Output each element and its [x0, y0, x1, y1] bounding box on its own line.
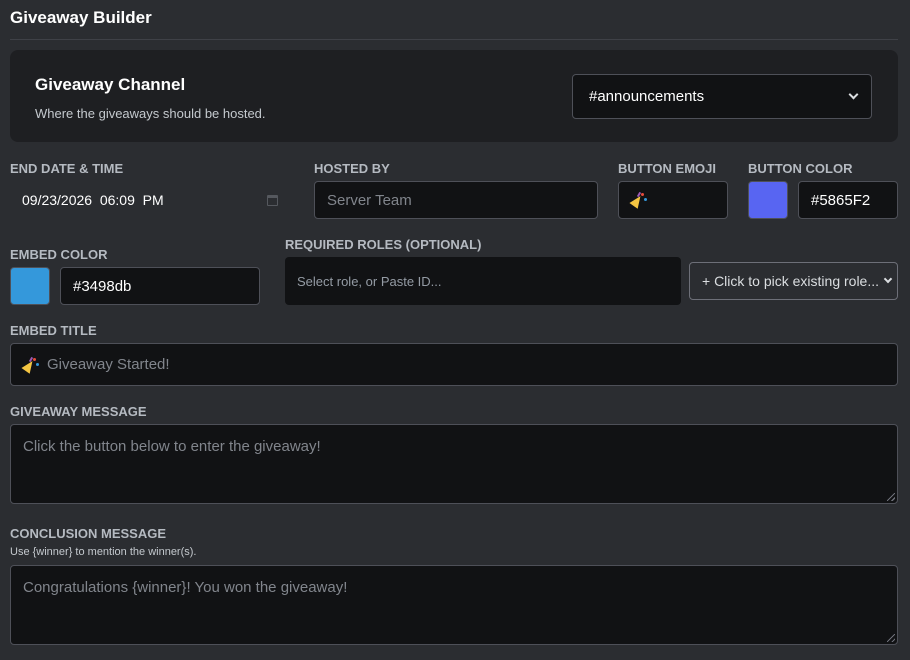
party-popper-icon — [629, 191, 647, 209]
embed-color-input[interactable]: #3498db — [60, 267, 260, 305]
role-picker-select[interactable]: + Click to pick existing role... — [689, 262, 898, 300]
end-date-input[interactable]: 09/23/2026 06:09 PM — [10, 182, 290, 218]
button-emoji-label: BUTTON EMOJI — [618, 161, 716, 176]
embed-title-input[interactable]: Giveaway Started! — [10, 343, 898, 386]
end-date-label: END DATE & TIME — [10, 161, 124, 176]
giveaway-builder-page: Giveaway Builder Giveaway Channel Where … — [0, 0, 910, 660]
required-roles-label: REQUIRED ROLES (OPTIONAL) — [285, 237, 482, 252]
embed-color-label: EMBED COLOR — [10, 247, 108, 262]
resize-handle[interactable] — [887, 634, 895, 642]
embed-title-value: Giveaway Started! — [47, 356, 170, 373]
embed-color-swatch[interactable] — [10, 267, 50, 305]
channel-select[interactable]: #announcements — [572, 74, 872, 119]
giveaway-channel-card: Giveaway Channel Where the giveaways sho… — [10, 50, 898, 142]
button-color-input[interactable]: #5865F2 — [798, 181, 898, 219]
button-emoji-input[interactable] — [618, 181, 728, 219]
required-roles-input[interactable]: Select role, or Paste ID... — [285, 257, 681, 305]
page-title: Giveaway Builder — [10, 8, 152, 27]
giveaway-message-textarea[interactable]: Click the button below to enter the give… — [10, 424, 898, 504]
hosted-by-placeholder: Server Team — [327, 191, 412, 209]
required-roles-placeholder: Select role, or Paste ID... — [297, 273, 442, 289]
calendar-icon[interactable] — [267, 195, 278, 206]
channel-title: Giveaway Channel — [35, 75, 186, 94]
party-popper-icon — [21, 356, 39, 374]
embed-title-label: EMBED TITLE — [10, 323, 97, 338]
embed-color-value: #3498db — [73, 277, 132, 295]
channel-description: Where the giveaways should be hosted. — [35, 106, 266, 121]
role-picker-label: + Click to pick existing role... — [702, 273, 880, 289]
conclusion-message-hint: Use {winner} to mention the winner(s). — [10, 546, 197, 558]
conclusion-message-placeholder: Congratulations {winner}! You won the gi… — [23, 579, 348, 596]
end-date-value: 09/23/2026 06:09 PM — [22, 192, 164, 208]
giveaway-message-placeholder: Click the button below to enter the give… — [23, 438, 321, 455]
conclusion-message-label: CONCLUSION MESSAGE — [10, 526, 167, 541]
giveaway-message-label: GIVEAWAY MESSAGE — [10, 404, 147, 419]
button-color-swatch[interactable] — [748, 181, 788, 219]
resize-handle[interactable] — [887, 493, 895, 501]
conclusion-message-textarea[interactable]: Congratulations {winner}! You won the gi… — [10, 565, 898, 645]
button-color-label: BUTTON COLOR — [748, 161, 853, 176]
channel-select-value: #announcements — [589, 88, 705, 105]
button-color-value: #5865F2 — [811, 191, 871, 209]
hosted-by-label: HOSTED BY — [314, 161, 390, 176]
chevron-down-icon — [848, 89, 859, 100]
chevron-down-icon — [883, 274, 893, 284]
title-divider — [10, 39, 898, 40]
hosted-by-input[interactable]: Server Team — [314, 181, 598, 219]
